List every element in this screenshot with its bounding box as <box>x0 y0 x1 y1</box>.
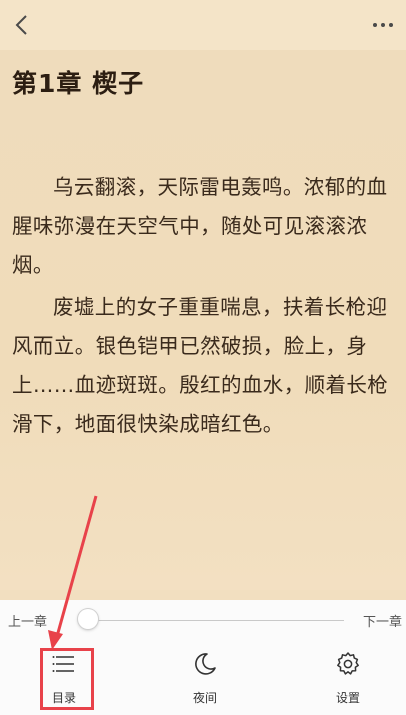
tab-night-mode[interactable]: 夜间 <box>175 650 235 708</box>
paragraph: 乌云翻滚，天际雷电轰鸣。浓郁的血腥味弥漫在天空气中，随处可见滚滚浓烟。 <box>12 175 388 277</box>
reading-page[interactable]: 第1章 楔子 乌云翻滚，天际雷电轰鸣。浓郁的血腥味弥漫在天空气中，随处可见滚滚浓… <box>0 50 406 590</box>
gear-icon <box>334 650 362 678</box>
prev-chapter-button[interactable]: 上一章 <box>8 611 47 630</box>
more-button[interactable] <box>368 10 398 40</box>
paragraph: 废墟上的女子重重喘息，扶着长枪迎风而立。银色铠甲已然破损，脸上，身上……血迹斑斑… <box>12 295 389 436</box>
progress-track[interactable] <box>88 620 344 621</box>
tab-label: 设置 <box>335 691 360 705</box>
annotation-highlight-box <box>40 648 94 710</box>
chapter-progress-bar: 上一章 下一章 <box>0 600 406 640</box>
chevron-left-icon <box>15 15 27 35</box>
tab-label: 夜间 <box>192 691 217 705</box>
top-bar <box>0 0 406 50</box>
more-dots-icon <box>373 23 393 27</box>
chapter-title: 第1章 楔子 <box>12 69 145 98</box>
progress-slider-thumb[interactable] <box>78 609 98 629</box>
moon-icon <box>191 650 219 678</box>
back-button[interactable] <box>8 10 34 40</box>
next-chapter-button[interactable]: 下一章 <box>363 611 402 630</box>
tab-settings[interactable]: 设置 <box>318 650 378 708</box>
